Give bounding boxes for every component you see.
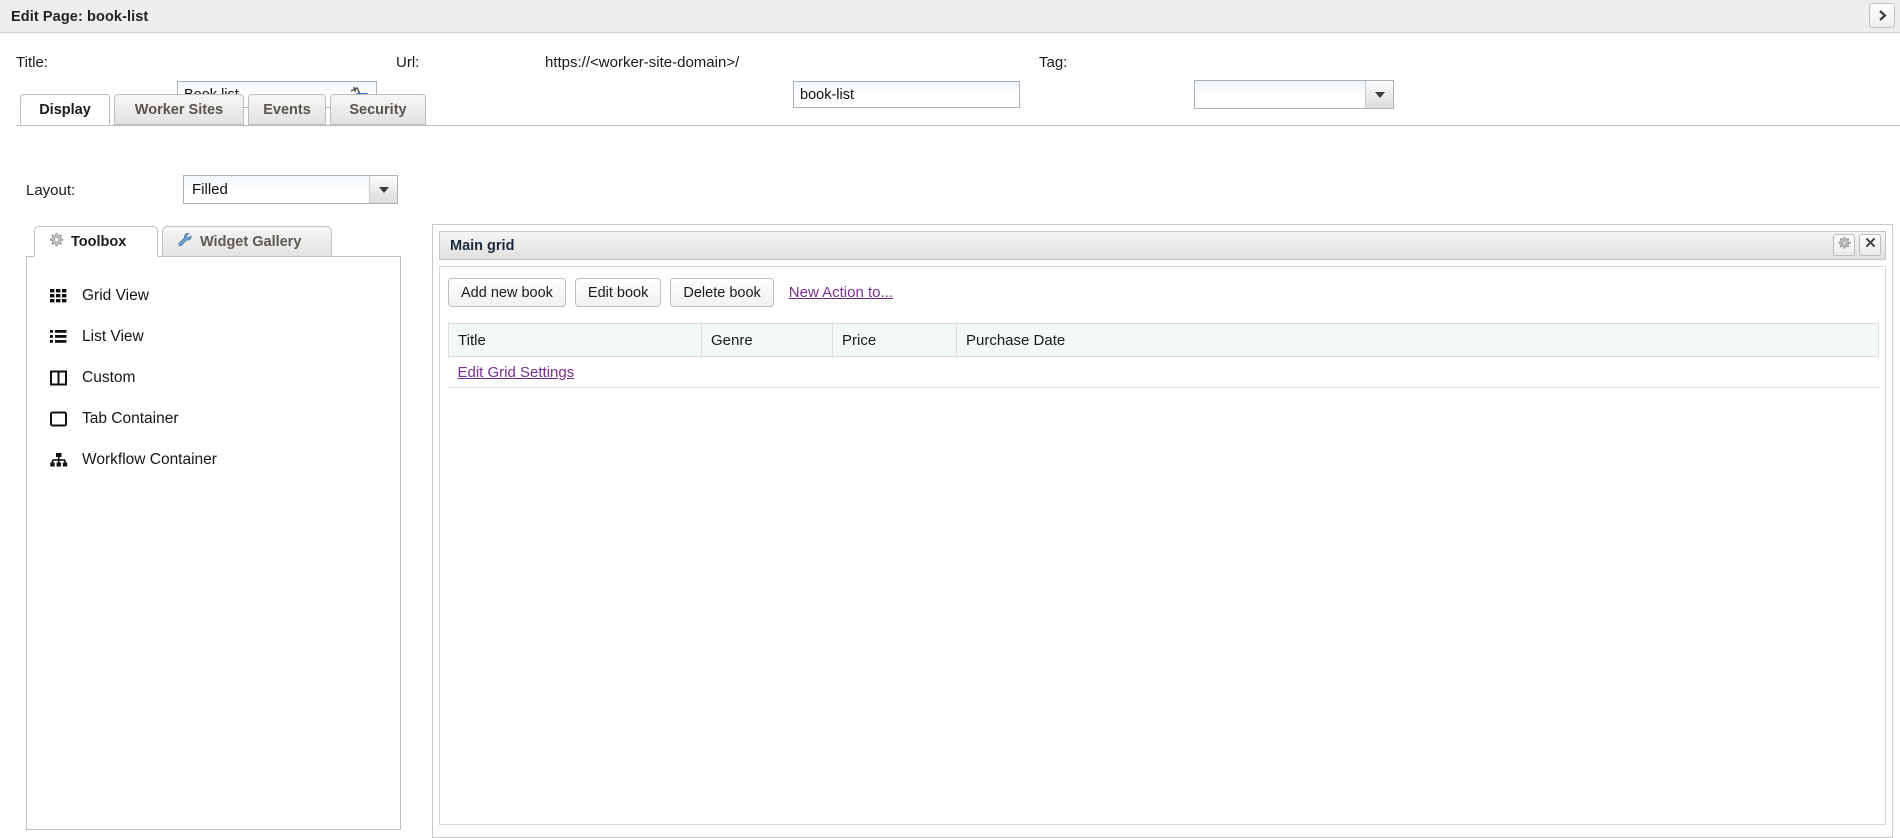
edit-grid-settings-link[interactable]: Edit Grid Settings xyxy=(458,364,575,381)
tab-security[interactable]: Security xyxy=(330,94,426,125)
grid-view-icon xyxy=(49,286,69,306)
gear-icon xyxy=(48,232,64,252)
gear-icon xyxy=(1837,236,1851,255)
wrench-icon xyxy=(176,232,193,252)
window-header: Edit Page: book-list xyxy=(0,0,1900,33)
layout-row: Layout: Filled xyxy=(0,134,1900,204)
tag-label: Tag: xyxy=(1039,54,1068,71)
url-label: Url: xyxy=(396,54,420,71)
tab-widget-gallery[interactable]: Widget Gallery xyxy=(162,226,332,257)
widget-item-label: Custom xyxy=(82,368,136,386)
page-title: Edit Page: book-list xyxy=(11,9,149,25)
widget-item-list-view[interactable]: List View xyxy=(27,316,400,357)
panel-title: Main grid xyxy=(450,238,515,254)
tab-events[interactable]: Events xyxy=(248,94,326,125)
toolbox-panel: Toolbox Widget Gallery Grid View List Vi… xyxy=(26,224,401,830)
tab-toolbox-label: Toolbox xyxy=(71,233,127,250)
table-header-row: Title Genre Price Purchase Date xyxy=(448,323,1879,357)
workflow-container-icon xyxy=(49,450,69,470)
chevron-down-icon[interactable] xyxy=(369,176,397,203)
column-header-genre[interactable]: Genre xyxy=(701,323,833,357)
url-prefix: https://<worker-site-domain>/ xyxy=(545,54,740,71)
widget-item-label: Workflow Container xyxy=(82,450,217,468)
column-header-price[interactable]: Price xyxy=(832,323,957,357)
tab-toolbox[interactable]: Toolbox xyxy=(34,226,158,257)
tab-widget-gallery-label: Widget Gallery xyxy=(200,233,302,250)
widget-item-tab-container[interactable]: Tab Container xyxy=(27,398,400,439)
widget-list: Grid View List View Custom Tab Container… xyxy=(27,275,400,480)
layout-label: Layout: xyxy=(26,182,76,199)
toolbox-tabs: Toolbox Widget Gallery xyxy=(26,224,401,257)
toolbox-body: Grid View List View Custom Tab Container… xyxy=(26,257,401,830)
tab-display[interactable]: Display xyxy=(20,94,110,125)
close-icon xyxy=(1864,236,1877,254)
close-panel-button[interactable] xyxy=(1869,3,1895,28)
custom-columns-icon xyxy=(49,368,69,388)
main-grid-panel: Main grid Add new book Edit book Delete … xyxy=(432,224,1893,838)
panel-header: Main grid xyxy=(439,231,1886,260)
widget-item-label: Grid View xyxy=(82,286,149,304)
page-properties-row: Title: A Url: https://<worker-site-domai… xyxy=(0,34,1900,109)
title-label: Title: xyxy=(16,54,48,71)
delete-book-button[interactable]: Delete book xyxy=(670,278,774,307)
new-action-link[interactable]: New Action to... xyxy=(789,284,893,301)
panel-settings-button[interactable] xyxy=(1833,234,1855,256)
main-tabs: Display Worker Sites Events Security xyxy=(0,94,1900,126)
chevron-right-icon xyxy=(1876,9,1889,22)
column-header-purchase-date[interactable]: Purchase Date xyxy=(956,323,1879,357)
widget-item-custom[interactable]: Custom xyxy=(27,357,400,398)
layout-select[interactable]: Filled xyxy=(183,175,398,204)
content-frame: Title: A Url: https://<worker-site-domai… xyxy=(0,33,1900,838)
panel-header-buttons xyxy=(1833,234,1881,256)
grid-area: Add new book Edit book Delete book New A… xyxy=(439,266,1886,825)
edit-book-button[interactable]: Edit book xyxy=(574,278,662,307)
books-table: Title Genre Price Purchase Date Edit Gri… xyxy=(448,323,1879,388)
table-row: Edit Grid Settings xyxy=(448,356,1879,388)
widget-item-workflow-container[interactable]: Workflow Container xyxy=(27,439,400,480)
add-new-book-button[interactable]: Add new book xyxy=(448,278,566,307)
list-view-icon xyxy=(49,327,69,347)
tab-worker-sites[interactable]: Worker Sites xyxy=(114,94,244,125)
panel-close-button[interactable] xyxy=(1859,234,1881,256)
grid-action-bar: Add new book Edit book Delete book New A… xyxy=(448,278,893,307)
widget-item-label: List View xyxy=(82,327,144,345)
widget-item-grid-view[interactable]: Grid View xyxy=(27,275,400,316)
column-header-title[interactable]: Title xyxy=(448,323,702,357)
tab-container-icon xyxy=(49,409,69,429)
widget-item-label: Tab Container xyxy=(82,409,179,427)
layout-select-value: Filled xyxy=(192,181,228,198)
